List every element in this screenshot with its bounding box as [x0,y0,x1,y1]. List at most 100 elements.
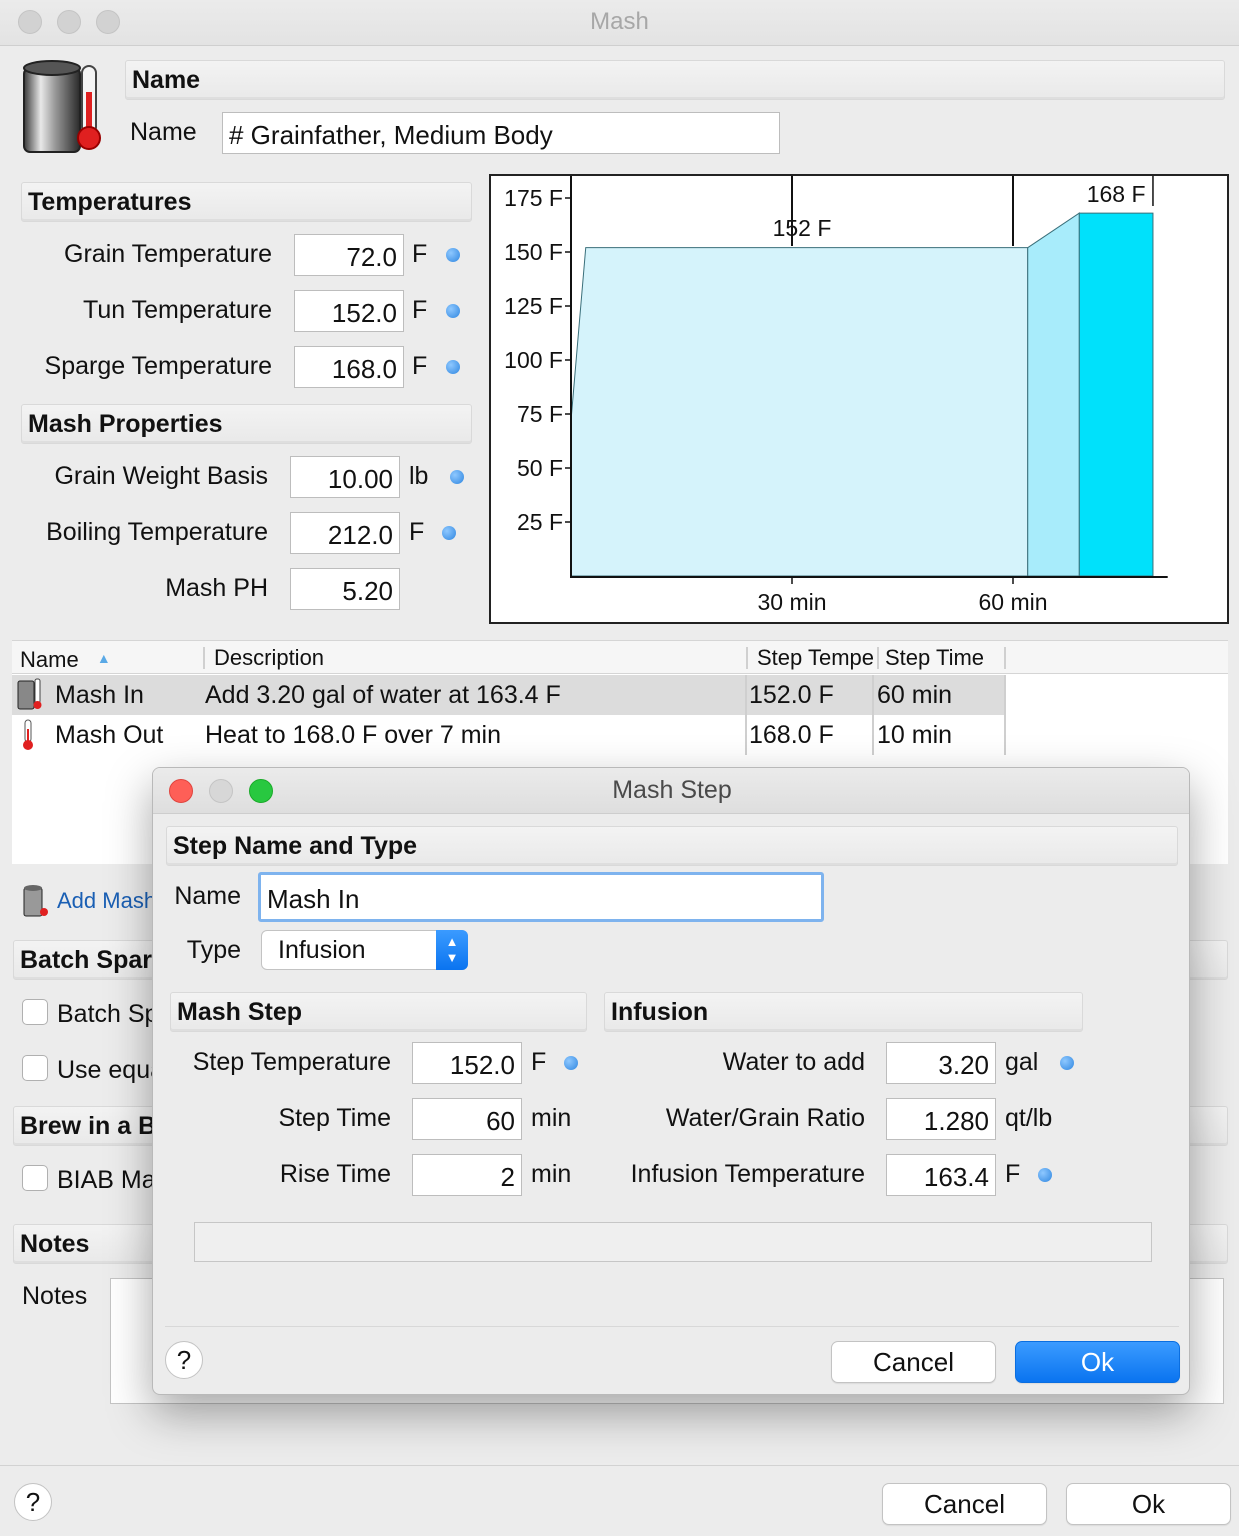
sort-ascending-icon: ▲ [96,650,111,666]
step-temp-cell: 168.0 F [749,721,834,749]
step-temperature-unit: F [531,1048,547,1076]
step-name-label: Name [174,882,241,910]
dialog-footer-divider [165,1326,1179,1327]
chart-x-tick-label: 30 min [757,589,826,615]
water-to-add-unit: gal [1005,1048,1039,1076]
water-grain-ratio-unit: qt/lb [1005,1104,1053,1132]
add-step-pot-icon[interactable] [22,884,48,918]
infusion-temperature-unit: F [1005,1160,1021,1188]
infusion-header: Infusion [604,992,1083,1032]
chart-area-series-0 [570,247,1029,577]
step-name-input[interactable]: Mash In [258,872,824,922]
water-grain-ratio-input[interactable]: 1.280 [886,1098,996,1140]
grain-temperature-input[interactable]: 72.0 [294,234,404,276]
progress-bar [194,1222,1152,1262]
step-temp-cell: 152.0 F [749,681,834,709]
table-row[interactable]: Mash Out Heat to 168.0 F over 7 min 168.… [12,715,1006,755]
mash-ph-input[interactable]: 5.20 [290,568,400,610]
name-label: Name [130,118,197,146]
cancel-button[interactable]: Cancel [882,1483,1047,1525]
water-to-add-label: Water to add [722,1048,865,1076]
boiling-temperature-input[interactable]: 212.0 [290,512,400,554]
chart-y-tick-label: 100 F [504,347,563,373]
select-stepper-icon: ▲ ▼ [436,930,468,970]
chart-canvas: 175 F 150 F 125 F 100 F 75 F 50 F 25 F 30 min 60… [504,176,1168,615]
grain-temperature-label: Grain Temperature [64,240,272,268]
thermometer-icon [20,719,36,751]
column-divider [1004,647,1006,669]
step-time-unit: min [531,1104,572,1132]
sparge-temperature-label: Sparge Temperature [44,352,272,380]
step-temperature-input[interactable]: 152.0 [412,1042,522,1084]
column-header-description[interactable]: Description [206,641,746,675]
notes-label: Notes [22,1282,88,1310]
tun-temperature-input[interactable]: 152.0 [294,290,404,332]
infusion-temperature-unit-dot-icon[interactable] [1038,1168,1052,1182]
chart-x-tick-label: 60 min [978,589,1047,615]
step-name-cell: Mash Out [55,721,164,749]
rise-time-input[interactable]: 2 [412,1154,522,1196]
dialog-cancel-button[interactable]: Cancel [831,1341,996,1383]
boiling-temperature-unit-dot-icon[interactable] [442,526,456,540]
chart-y-tick-label: 125 F [504,293,563,319]
column-divider [745,675,747,755]
ok-button[interactable]: Ok [1066,1483,1231,1525]
dialog-ok-button[interactable]: Ok [1015,1341,1180,1383]
sparge-temperature-unit: F [412,352,428,380]
infusion-temperature-label: Infusion Temperature [630,1160,865,1188]
window-title: Mash [590,8,649,35]
grain-weight-unit-dot-icon[interactable] [450,470,464,484]
chart-annotation-label: 168 F [1087,181,1146,207]
step-name-type-header: Step Name and Type [166,826,1178,866]
dialog-help-button[interactable]: ? [165,1341,203,1379]
column-header-step-temp[interactable]: Step Tempe [749,641,877,675]
boiling-temperature-label: Boiling Temperature [46,518,268,546]
steps-table-header: Name ▲ Description Step Tempe Step Time [12,640,1228,674]
tun-temperature-label: Tun Temperature [83,296,272,324]
step-type-select[interactable]: Infusion ▲ ▼ [261,930,468,970]
step-time-input[interactable]: 60 [412,1098,522,1140]
step-temperature-unit-dot-icon[interactable] [564,1056,578,1070]
help-button[interactable]: ? [14,1483,52,1521]
infusion-temperature-input[interactable]: 163.4 [886,1154,996,1196]
mash-step-dialog: Mash Step Step Name and Type Name Mash I… [152,767,1190,1395]
grain-weight-input[interactable]: 10.00 [290,456,400,498]
grain-weight-label: Grain Weight Basis [54,462,268,490]
mash-name-input[interactable]: # Grainfather, Medium Body [222,112,780,154]
window-titlebar: Mash [0,0,1239,46]
tun-temperature-unit: F [412,296,428,324]
chart-area-series-1 [1027,212,1080,577]
dialog-title: Mash Step [612,776,732,804]
sparge-temperature-unit-dot-icon[interactable] [446,360,460,374]
step-type-label: Type [186,936,241,964]
column-divider [746,647,748,669]
chart-y-tick-label: 150 F [504,239,563,265]
table-row[interactable]: Mash In Add 3.20 gal of water at 163.4 F… [12,675,1006,715]
name-section-header: Name [125,60,1225,100]
grain-temperature-unit-dot-icon[interactable] [446,248,460,262]
mash-properties-header: Mash Properties [21,404,472,444]
rise-time-unit: min [531,1160,572,1188]
dialog-titlebar: Mash Step [153,768,1189,814]
column-divider [872,675,874,755]
grain-weight-unit: lb [409,462,429,490]
column-header-step-time[interactable]: Step Time [877,641,1005,675]
batch-sparge-checkbox[interactable] [22,999,48,1025]
sparge-temperature-input[interactable]: 168.0 [294,346,404,388]
water-to-add-unit-dot-icon[interactable] [1060,1056,1074,1070]
use-equal-checkbox[interactable] [22,1055,48,1081]
mash-pot-icon [20,58,108,156]
step-time-label: Step Time [278,1104,391,1132]
boiling-temperature-unit: F [409,518,425,546]
step-time-cell: 10 min [877,721,953,749]
column-header-name[interactable]: Name ▲ [12,641,202,675]
tun-temperature-unit-dot-icon[interactable] [446,304,460,318]
add-mash-step-link[interactable]: Add Mash [57,888,156,914]
chart-y-tick-label: 25 F [517,509,563,535]
grain-temperature-unit: F [412,240,428,268]
column-divider [203,647,205,669]
water-to-add-input[interactable]: 3.20 [886,1042,996,1084]
column-header-name-label: Name [20,647,79,672]
step-time-cell: 60 min [877,681,953,709]
biab-mash-checkbox[interactable] [22,1165,48,1191]
